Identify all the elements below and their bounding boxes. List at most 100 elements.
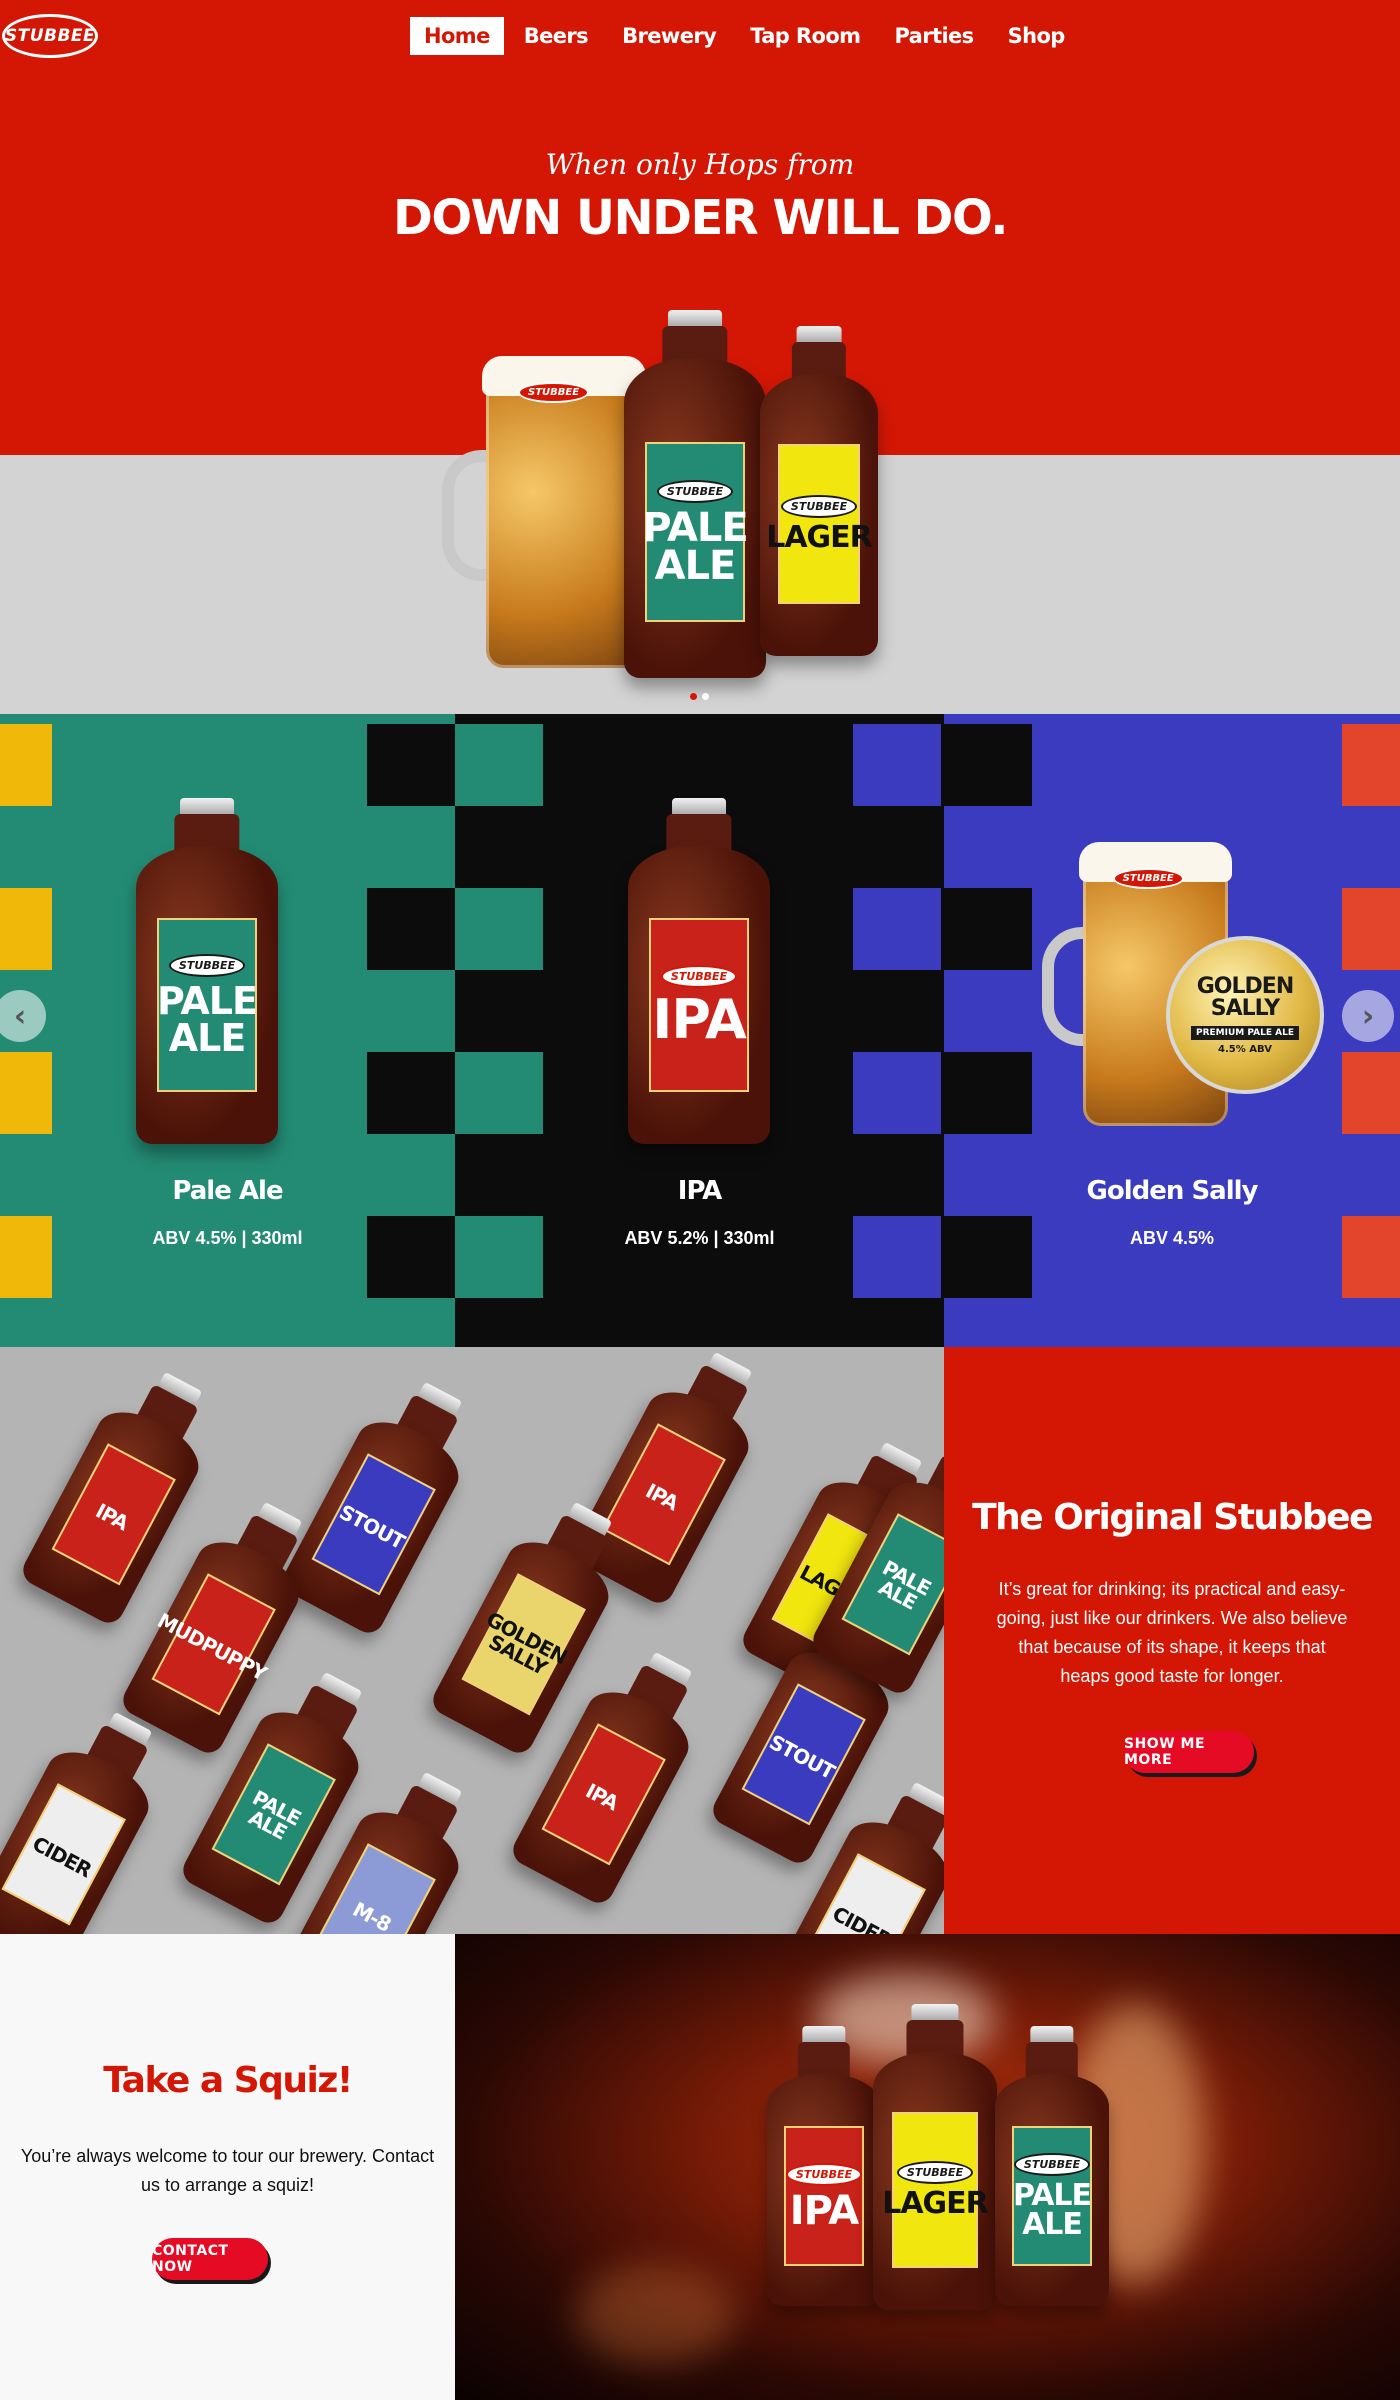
pale-ale-label: STUBBEE PALE ALE	[642, 442, 749, 622]
label-name: IPA	[652, 987, 747, 1051]
label-name: LAGER	[882, 2186, 989, 2222]
show-me-more-button[interactable]: SHOW ME MORE	[1124, 1731, 1254, 1773]
carousel-next-button[interactable]: ›	[1342, 990, 1394, 1042]
beer-mug-image: STUBBEE	[442, 356, 646, 668]
decor-square	[944, 724, 1032, 806]
hero-title: DOWN UNDER WILL DO.	[393, 190, 1008, 246]
medal-tag: PREMIUM PALE ALE	[1191, 1025, 1299, 1040]
label-brand: STUBBEE	[660, 964, 738, 988]
ipa-bottle-image: STUBBEE IPA	[628, 798, 770, 1144]
beer-card-pale-ale[interactable]: STUBBEE PALE ALE Pale Ale ABV 4.5% | 330…	[0, 714, 455, 1347]
lager-label: STUBBEE LAGER	[766, 444, 873, 604]
bottles-pattern-image: IPA STOUT IPA LAGER MUDPUPPY GOLDEN SALLY PALE…	[0, 1347, 944, 1934]
label-brand: STUBBEE	[780, 495, 858, 519]
medal-name-line1: GOLDEN	[1196, 973, 1294, 999]
label-name-line2: ALE	[654, 542, 737, 589]
tilted-bottle: STOUT	[277, 1366, 492, 1639]
stubbee-logo[interactable]: STUBBEE	[2, 14, 98, 58]
decor-square	[0, 888, 52, 970]
label-name: CIDER	[828, 1900, 896, 1934]
decor-square	[853, 888, 941, 970]
decor-square	[853, 724, 941, 806]
nav-item-brewery[interactable]: Brewery	[608, 17, 730, 55]
slider-dot-2[interactable]	[702, 693, 709, 700]
label-brand: STUBBEE	[896, 2161, 974, 2185]
label-brand: STUBBEE	[785, 2162, 863, 2186]
decor-square	[455, 1052, 543, 1134]
decor-square	[367, 888, 455, 970]
hero-script-heading: When only Hops from	[545, 148, 855, 181]
slider-dot-1[interactable]	[690, 693, 697, 700]
pale-ale-bottle-image: STUBBEE PALE ALE	[995, 2026, 1109, 2306]
decor-square	[1342, 1052, 1400, 1134]
beer-card-subtitle: ABV 5.2% | 330ml	[624, 1228, 775, 1248]
beer-cards-carousel: STUBBEE PALE ALE Pale Ale ABV 4.5% | 330…	[0, 714, 1400, 1347]
logo-text: STUBBEE	[4, 26, 96, 46]
tilted-bottle: CIDER	[0, 1696, 182, 1934]
ipa-label: STUBBEE IPA	[784, 2126, 864, 2266]
label-name-line2: ALE	[1022, 2206, 1083, 2242]
mug-badge: STUBBEE	[518, 382, 590, 403]
decor-square	[1342, 724, 1400, 806]
golden-sally-tap-badge: GOLDEN SALLY PREMIUM PALE ALE 4.5% ABV	[1166, 936, 1324, 1094]
beer-card-title: Golden Sally	[1086, 1176, 1259, 1206]
nav-item-home[interactable]: Home	[410, 17, 504, 55]
label-name-line1: PALE	[157, 979, 258, 1024]
decor-square	[0, 724, 52, 806]
pale-ale-label: STUBBEE PALE ALE	[157, 918, 258, 1092]
label-name: IPA	[789, 2187, 859, 2234]
hero-section: STUBBEE Home Beers Brewery Tap Room Part…	[0, 0, 1400, 714]
chevron-right-icon: ›	[1361, 998, 1375, 1034]
bar-bottles-image: STUBBEE IPA STUBBEE LAGER STUBBEE PALE A…	[455, 1934, 1400, 2400]
beer-card-ipa[interactable]: STUBBEE IPA IPA ABV 5.2% | 330ml	[455, 714, 944, 1347]
decor-square	[367, 724, 455, 806]
label-name: IPA	[91, 1497, 133, 1535]
lager-label: STUBBEE LAGER	[882, 2112, 989, 2268]
label-name: M-8	[349, 1896, 395, 1934]
decor-square	[455, 888, 543, 970]
lager-bottle-image: STUBBEE LAGER	[760, 326, 878, 656]
pale-ale-bottle-image: STUBBEE PALE ALE	[624, 310, 766, 678]
label-name: STOUT	[335, 1499, 409, 1554]
nav-item-beers[interactable]: Beers	[510, 17, 602, 55]
mug-badge: STUBBEE	[1112, 868, 1184, 889]
label-name: PALE ALE	[874, 1555, 935, 1615]
decor-square	[944, 1052, 1032, 1134]
squiz-title: Take a Squiz!	[103, 2060, 353, 2101]
nav-item-shop[interactable]: Shop	[994, 17, 1079, 55]
chevron-left-icon: ‹	[13, 998, 27, 1034]
nav-item-tap-room[interactable]: Tap Room	[736, 17, 874, 55]
nav-item-parties[interactable]: Parties	[880, 17, 987, 55]
label-name: IPA	[581, 1777, 623, 1815]
bokeh-light	[575, 2264, 735, 2364]
squiz-panel: Take a Squiz! You’re always welcome to t…	[0, 1934, 455, 2400]
decor-square	[0, 1052, 52, 1134]
original-title: The Original Stubbee	[972, 1497, 1373, 1538]
beer-card-title: Pale Ale	[172, 1176, 283, 1206]
main-nav: Home Beers Brewery Tap Room Parties Shop	[410, 17, 1079, 55]
label-name: IPA	[641, 1477, 683, 1515]
decor-square	[1342, 888, 1400, 970]
hero-slider-dots	[690, 693, 709, 700]
label-name: STOUT	[765, 1729, 839, 1784]
pale-ale-label: STUBBEE PALE ALE	[1012, 2126, 1092, 2266]
label-brand: STUBBEE	[168, 954, 246, 978]
medal-abv: 4.5% ABV	[1218, 1043, 1272, 1055]
ipa-bottle-image: STUBBEE IPA	[767, 2026, 881, 2306]
squiz-body: You’re always welcome to tour our brewer…	[20, 2146, 435, 2195]
label-name: CIDER	[28, 1830, 96, 1882]
beer-card-golden-sally[interactable]: STUBBEE GOLDEN SALLY PREMIUM PALE ALE 4.…	[944, 714, 1400, 1347]
medal-name-line2: SALLY	[1210, 995, 1280, 1021]
pale-ale-bottle-image: STUBBEE PALE ALE	[136, 798, 278, 1144]
decor-square	[944, 888, 1032, 970]
label-name-line2: ALE	[168, 1015, 247, 1060]
contact-now-button[interactable]: CONTACT NOW	[152, 2238, 268, 2280]
decor-square	[455, 724, 543, 806]
original-stubbee-panel: The Original Stubbee It’s great for drin…	[944, 1347, 1400, 1934]
original-body: It’s great for drinking; its practical a…	[996, 1579, 1348, 1686]
label-name: MUDPUPPY	[153, 1607, 271, 1685]
label-name-line1: PALE	[642, 504, 748, 551]
label-brand: STUBBEE	[656, 479, 734, 503]
lager-bottle-image: STUBBEE LAGER	[873, 2004, 997, 2310]
label-brand: STUBBEE	[1013, 2153, 1091, 2176]
